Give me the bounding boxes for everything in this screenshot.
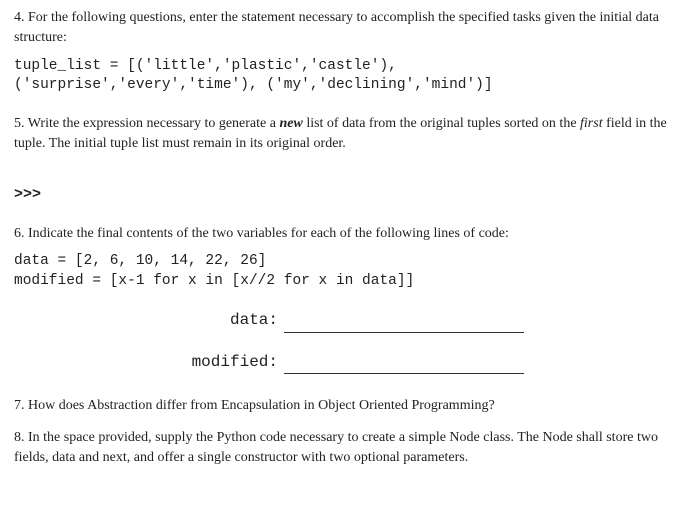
q6-blank-modified: modified: [14,351,668,374]
q5-first: first [580,116,603,131]
q6-code: data = [2, 6, 10, 14, 22, 26] modified =… [14,252,668,291]
q5-mid: list of data from the original tuples so… [303,116,580,131]
q4-code: tuple_list = [('little','plastic','castl… [14,57,668,96]
q6-modified-label: modified: [14,351,284,374]
q7-text: 7. How does Abstraction differ from Enca… [14,396,668,416]
q8-text: 8. In the space provided, supply the Pyt… [14,428,668,469]
q6-blank-data: data: [14,309,668,332]
q6-data-line [284,315,524,333]
q4-text: 4. For the following questions, enter th… [14,8,668,49]
q6-data-label: data: [14,309,284,332]
q6-modified-line [284,356,524,374]
q6-text: 6. Indicate the final contents of the tw… [14,224,668,244]
q5-text: 5. Write the expression necessary to gen… [14,114,668,155]
q5-new: new [279,116,302,131]
q5-pre: 5. Write the expression necessary to gen… [14,116,279,131]
repl-prompt: >>> [14,184,668,206]
